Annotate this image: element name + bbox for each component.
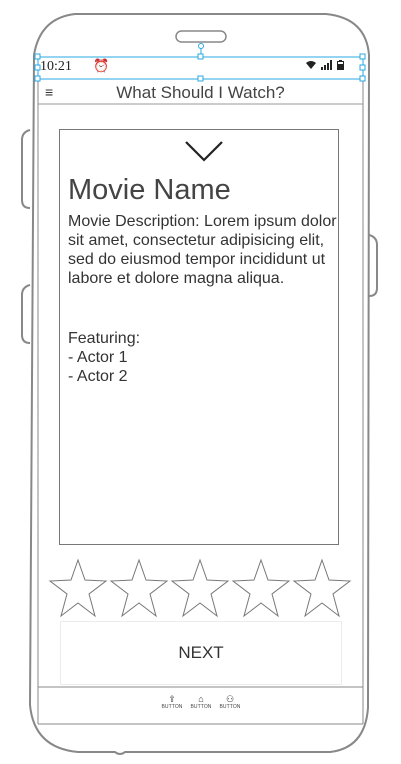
battery-icon — [337, 60, 344, 70]
movie-title: Movie Name — [68, 174, 231, 206]
star-icon[interactable] — [171, 559, 229, 617]
bank-icon: ⌂ — [198, 694, 204, 704]
system-icons — [305, 60, 344, 70]
wifi-icon — [306, 61, 316, 69]
star-icon[interactable] — [232, 559, 290, 617]
page-title: What Should I Watch? — [116, 83, 285, 102]
chevron-down-icon[interactable] — [184, 139, 224, 163]
featuring-label: Featuring: — [68, 330, 141, 347]
next-button[interactable]: NEXT — [60, 621, 342, 685]
people-icon: ⚇ — [225, 694, 235, 704]
bottom-nav-button-1[interactable]: ⇪ BUTTON — [159, 694, 185, 711]
bottom-nav-button-2[interactable]: ⌂ BUTTON — [188, 694, 214, 711]
star-icon[interactable] — [293, 559, 351, 617]
star-icon[interactable] — [110, 559, 168, 617]
star-icon[interactable] — [49, 559, 107, 617]
actor-item: - Actor 1 — [68, 349, 128, 366]
speaker-slot — [175, 30, 227, 43]
movie-description: Movie Description: Lorem ipsum dolor sit… — [68, 213, 337, 287]
alarm-icon: ⏰ — [93, 58, 110, 73]
signal-icon — [321, 60, 332, 70]
upload-icon: ⇪ — [168, 694, 176, 704]
actor-item: - Actor 2 — [68, 368, 128, 385]
hamburger-menu-icon[interactable]: ≡ — [45, 84, 53, 100]
status-time: 10:21 — [40, 59, 72, 74]
bottom-nav-button-3[interactable]: ⚇ BUTTON — [217, 694, 243, 711]
star-rating[interactable] — [48, 558, 354, 620]
